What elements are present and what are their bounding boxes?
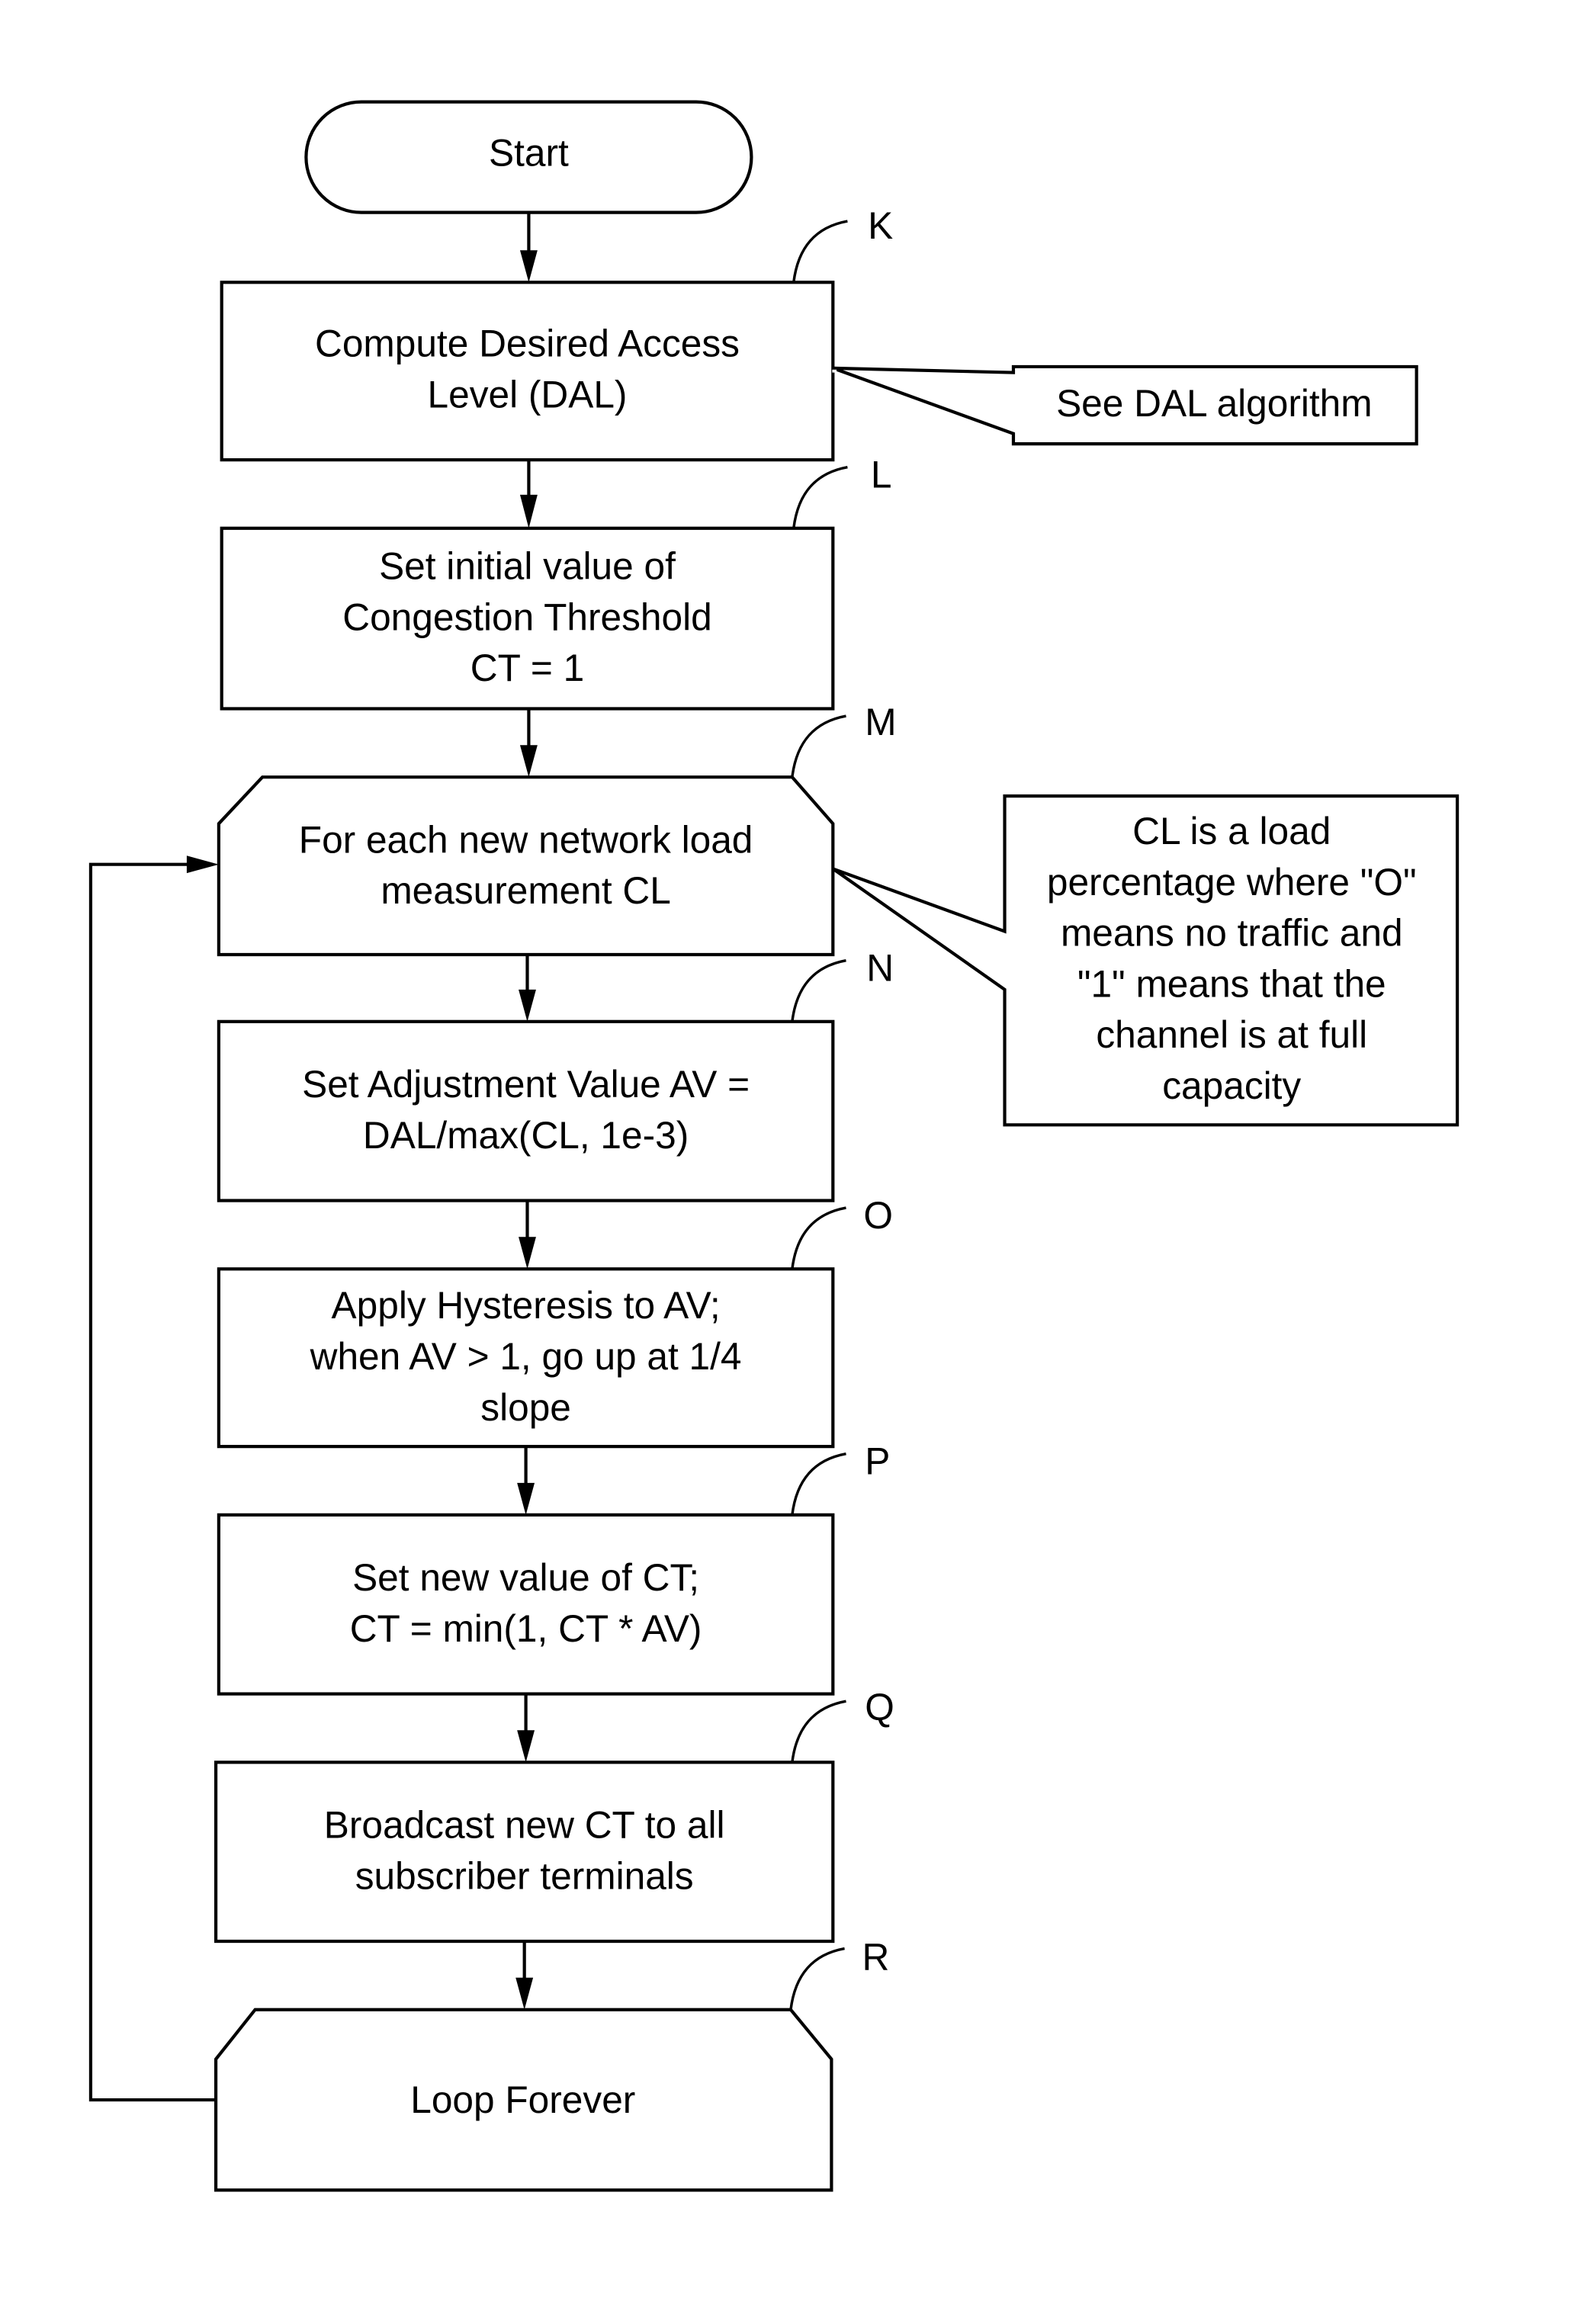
step-k-box bbox=[220, 281, 835, 462]
step-m-line-1: For each new network load bbox=[299, 818, 753, 861]
step-p: Set new value of CT; CT = min(1, CT * AV… bbox=[217, 1440, 890, 1696]
step-o-line-2: when AV > 1, go up at 1/4 bbox=[310, 1335, 742, 1378]
arrowhead-icon bbox=[517, 1730, 535, 1763]
ref-leader-p bbox=[791, 1452, 846, 1516]
callout-cl-line-3: means no traffic and bbox=[1061, 912, 1403, 955]
step-l-line-3: CT = 1 bbox=[470, 647, 584, 689]
step-n-line-2: DAL/max(CL, 1e-3) bbox=[363, 1114, 689, 1157]
ref-label-n: N bbox=[866, 946, 894, 989]
arrowhead-icon bbox=[515, 1977, 534, 2010]
step-k: Compute Desired Access Level (DAL) K bbox=[220, 204, 893, 462]
step-o-line-1: Apply Hysteresis to AV; bbox=[332, 1284, 721, 1327]
callout-cl: CL is a load percentage where "O" means … bbox=[832, 794, 1460, 1127]
callout-cl-line-4: "1" means that the bbox=[1077, 962, 1386, 1005]
start-terminal: Start bbox=[304, 100, 753, 214]
ref-leader-k bbox=[792, 220, 848, 283]
callout-dal-text: See DAL algorithm bbox=[1056, 382, 1373, 425]
flowchart: Start Compute Desired Access Level (DAL)… bbox=[88, 100, 1460, 2192]
callout-cl-line-6: capacity bbox=[1162, 1064, 1301, 1107]
callout-cl-line-1: CL is a load bbox=[1132, 810, 1331, 852]
arrowhead-icon bbox=[186, 855, 219, 874]
arrowhead-icon bbox=[519, 745, 538, 778]
step-n: Set Adjustment Value AV = DAL/max(CL, 1e… bbox=[217, 946, 894, 1202]
step-n-box bbox=[217, 1019, 835, 1202]
step-l-line-1: Set initial value of bbox=[379, 545, 676, 588]
ref-label-m: M bbox=[865, 701, 896, 743]
ref-leader-o bbox=[791, 1206, 846, 1270]
ref-leader-m bbox=[791, 714, 846, 778]
callout-cl-line-2: percentage where "O" bbox=[1047, 861, 1417, 904]
step-n-line-1: Set Adjustment Value AV = bbox=[302, 1063, 750, 1106]
arrowhead-icon bbox=[519, 250, 538, 283]
step-q-line-2: subscriber terminals bbox=[355, 1854, 694, 1897]
step-m-box bbox=[217, 775, 835, 957]
ref-label-q: Q bbox=[865, 1686, 894, 1729]
arrowhead-icon bbox=[519, 494, 538, 528]
step-m: For each new network load measurement CL… bbox=[217, 701, 897, 957]
step-r: Loop Forever R bbox=[214, 1936, 889, 2192]
step-l: Set initial value of Congestion Threshol… bbox=[220, 453, 892, 711]
ref-label-p: P bbox=[865, 1440, 890, 1482]
arrowhead-icon bbox=[519, 989, 536, 1022]
step-m-line-2: measurement CL bbox=[381, 869, 671, 912]
step-p-box bbox=[217, 1513, 835, 1696]
loop-back-line bbox=[88, 862, 217, 2102]
callout-dal: See DAL algorithm bbox=[832, 364, 1418, 446]
ref-leader-n bbox=[791, 958, 846, 1022]
step-q: Broadcast new CT to all subscriber termi… bbox=[214, 1686, 894, 1944]
step-k-line-1: Compute Desired Access bbox=[315, 323, 740, 365]
step-p-line-1: Set new value of CT; bbox=[352, 1556, 699, 1599]
step-l-line-2: Congestion Threshold bbox=[342, 595, 711, 638]
ref-label-k: K bbox=[868, 204, 893, 247]
ref-leader-r bbox=[789, 1947, 845, 2010]
start-label: Start bbox=[489, 132, 569, 175]
step-r-line-1: Loop Forever bbox=[410, 2078, 635, 2121]
ref-label-l: L bbox=[871, 453, 892, 496]
step-q-line-1: Broadcast new CT to all bbox=[324, 1804, 725, 1847]
arrowhead-icon bbox=[519, 1237, 536, 1270]
ref-leader-q bbox=[791, 1700, 846, 1763]
step-k-line-2: Level (DAL) bbox=[428, 373, 628, 416]
arrowhead-icon bbox=[517, 1482, 535, 1515]
step-p-line-2: CT = min(1, CT * AV) bbox=[350, 1607, 702, 1650]
step-q-box bbox=[214, 1761, 835, 1944]
ref-label-r: R bbox=[862, 1936, 889, 1979]
step-o: Apply Hysteresis to AV; when AV > 1, go … bbox=[217, 1194, 893, 1449]
callout-cl-line-5: channel is at full bbox=[1096, 1013, 1367, 1056]
ref-leader-l bbox=[792, 465, 848, 529]
ref-label-o: O bbox=[863, 1194, 893, 1237]
step-o-line-3: slope bbox=[480, 1386, 571, 1429]
